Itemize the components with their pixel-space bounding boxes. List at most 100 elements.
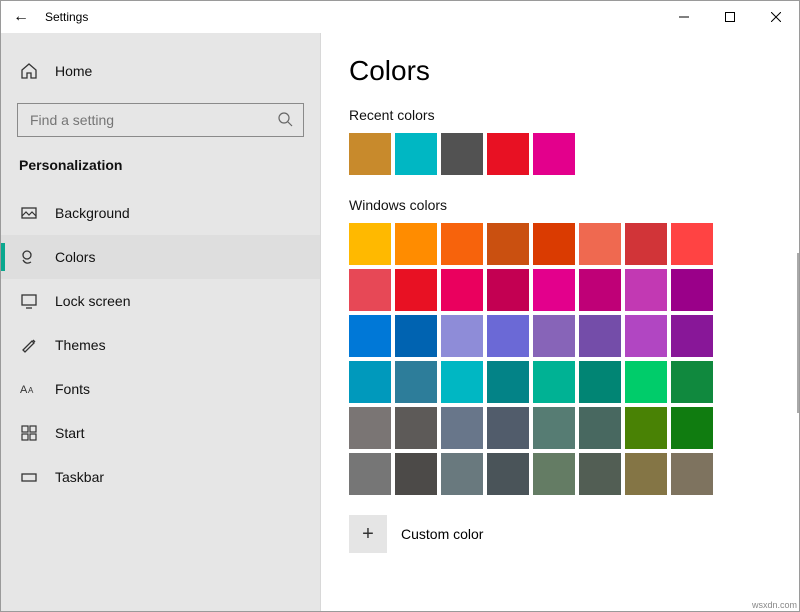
sidebar-item-label: Background xyxy=(55,205,130,221)
color-swatch[interactable] xyxy=(579,407,621,449)
sidebar-item-taskbar[interactable]: Taskbar xyxy=(1,455,320,499)
color-swatch[interactable] xyxy=(625,453,667,495)
sidebar-item-fonts[interactable]: AA Fonts xyxy=(1,367,320,411)
palette-icon xyxy=(19,248,39,266)
minimize-icon xyxy=(679,12,689,22)
home-label: Home xyxy=(55,63,92,79)
pencil-icon xyxy=(19,336,39,354)
color-swatch[interactable] xyxy=(349,315,391,357)
color-swatch[interactable] xyxy=(671,315,713,357)
color-swatch[interactable] xyxy=(349,361,391,403)
color-swatch[interactable] xyxy=(441,361,483,403)
home-icon xyxy=(19,62,39,80)
color-swatch[interactable] xyxy=(395,223,437,265)
settings-window: ← Settings Home xyxy=(0,0,800,612)
color-swatch[interactable] xyxy=(487,407,529,449)
back-arrow-icon: ← xyxy=(13,8,29,25)
section-header: Personalization xyxy=(1,147,320,187)
sidebar-item-label: Lock screen xyxy=(55,293,130,309)
custom-color-button[interactable]: + xyxy=(349,515,387,553)
scrollbar[interactable] xyxy=(797,253,799,413)
color-swatch[interactable] xyxy=(533,407,575,449)
search-icon xyxy=(277,111,293,130)
sidebar-item-label: Colors xyxy=(55,249,95,265)
search-input[interactable] xyxy=(28,111,277,129)
recent-color-swatch[interactable] xyxy=(533,133,575,175)
sidebar-item-lock-screen[interactable]: Lock screen xyxy=(1,279,320,323)
color-swatch[interactable] xyxy=(625,361,667,403)
color-swatch[interactable] xyxy=(579,453,621,495)
sidebar-item-start[interactable]: Start xyxy=(1,411,320,455)
color-swatch[interactable] xyxy=(349,407,391,449)
color-swatch[interactable] xyxy=(533,453,575,495)
sidebar-item-themes[interactable]: Themes xyxy=(1,323,320,367)
sidebar-item-label: Start xyxy=(55,425,85,441)
maximize-button[interactable] xyxy=(707,1,753,33)
sidebar-item-background[interactable]: Background xyxy=(1,191,320,235)
window-title: Settings xyxy=(41,10,88,24)
color-swatch[interactable] xyxy=(671,269,713,311)
color-swatch[interactable] xyxy=(441,315,483,357)
color-swatch[interactable] xyxy=(625,315,667,357)
custom-color-row[interactable]: + Custom color xyxy=(349,515,771,553)
taskbar-icon xyxy=(19,468,39,486)
color-swatch[interactable] xyxy=(487,453,529,495)
back-button[interactable]: ← xyxy=(1,8,41,26)
color-swatch[interactable] xyxy=(579,269,621,311)
color-swatch[interactable] xyxy=(395,407,437,449)
color-swatch[interactable] xyxy=(487,361,529,403)
color-swatch[interactable] xyxy=(579,315,621,357)
content-pane: Colors Recent colors Windows colors + Cu… xyxy=(321,33,799,611)
recent-color-swatch[interactable] xyxy=(441,133,483,175)
color-swatch[interactable] xyxy=(533,315,575,357)
color-swatch[interactable] xyxy=(349,269,391,311)
sidebar-item-colors[interactable]: Colors xyxy=(1,235,320,279)
color-swatch[interactable] xyxy=(441,407,483,449)
color-swatch[interactable] xyxy=(487,315,529,357)
color-swatch[interactable] xyxy=(579,361,621,403)
color-swatch[interactable] xyxy=(671,223,713,265)
recent-color-swatch[interactable] xyxy=(487,133,529,175)
windows-colors-grid xyxy=(349,223,771,495)
color-swatch[interactable] xyxy=(625,269,667,311)
windows-colors-label: Windows colors xyxy=(349,197,771,213)
grid-icon xyxy=(19,424,39,442)
color-swatch[interactable] xyxy=(441,269,483,311)
fonts-icon: AA xyxy=(19,380,39,398)
recent-colors-row xyxy=(349,133,771,175)
color-swatch[interactable] xyxy=(533,361,575,403)
color-swatch[interactable] xyxy=(487,269,529,311)
color-swatch[interactable] xyxy=(441,453,483,495)
color-swatch[interactable] xyxy=(533,269,575,311)
color-swatch[interactable] xyxy=(625,223,667,265)
sidebar-item-label: Themes xyxy=(55,337,106,353)
color-swatch[interactable] xyxy=(625,407,667,449)
color-swatch[interactable] xyxy=(671,453,713,495)
color-swatch[interactable] xyxy=(395,315,437,357)
color-swatch[interactable] xyxy=(441,223,483,265)
plus-icon: + xyxy=(362,523,374,546)
picture-icon xyxy=(19,204,39,222)
maximize-icon xyxy=(725,12,735,22)
color-swatch[interactable] xyxy=(671,407,713,449)
recent-color-swatch[interactable] xyxy=(395,133,437,175)
minimize-button[interactable] xyxy=(661,1,707,33)
sidebar-item-label: Fonts xyxy=(55,381,90,397)
nav-list: Background Colors Lock screen Themes AA Fonts… xyxy=(1,191,320,499)
color-swatch[interactable] xyxy=(533,223,575,265)
color-swatch[interactable] xyxy=(579,223,621,265)
recent-colors-label: Recent colors xyxy=(349,107,771,123)
color-swatch[interactable] xyxy=(395,269,437,311)
close-button[interactable] xyxy=(753,1,799,33)
sidebar-item-label: Taskbar xyxy=(55,469,104,485)
color-swatch[interactable] xyxy=(349,223,391,265)
home-link[interactable]: Home xyxy=(1,51,320,91)
color-swatch[interactable] xyxy=(395,361,437,403)
color-swatch[interactable] xyxy=(671,361,713,403)
color-swatch[interactable] xyxy=(349,453,391,495)
recent-color-swatch[interactable] xyxy=(349,133,391,175)
color-swatch[interactable] xyxy=(395,453,437,495)
sidebar: Home Personalization Background Colors Loc… xyxy=(1,33,321,611)
search-box[interactable] xyxy=(17,103,304,137)
color-swatch[interactable] xyxy=(487,223,529,265)
